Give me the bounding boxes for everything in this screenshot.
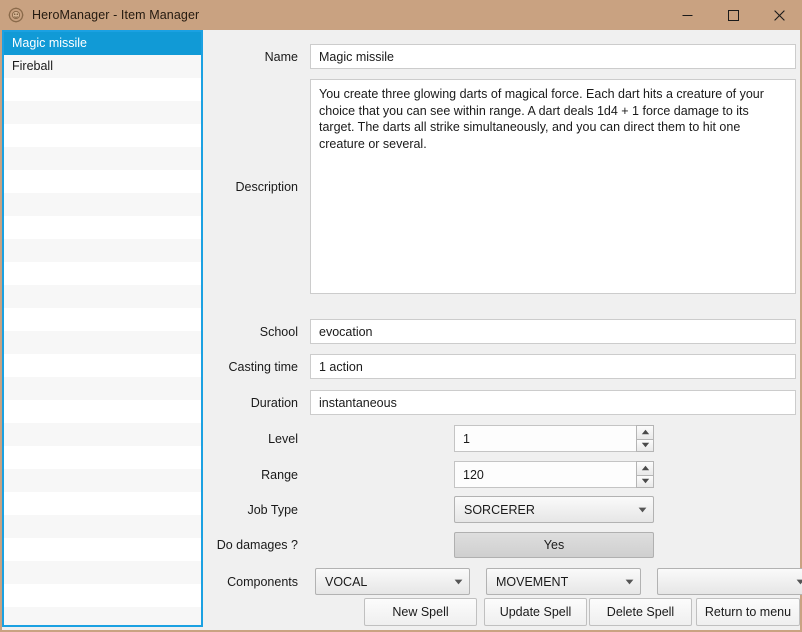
range-spinner[interactable] bbox=[454, 461, 654, 488]
components-row: Components VOCAL MOVEMENT bbox=[207, 568, 802, 595]
list-item-empty[interactable] bbox=[4, 124, 201, 147]
new-spell-button[interactable]: New Spell bbox=[364, 598, 477, 626]
chevron-down-icon bbox=[618, 579, 640, 585]
list-item-empty[interactable] bbox=[4, 331, 201, 354]
list-item-empty[interactable] bbox=[4, 262, 201, 285]
school-input[interactable] bbox=[310, 319, 796, 344]
spell-form: Name Description School Casting time Dur… bbox=[207, 30, 802, 627]
list-item-empty[interactable] bbox=[4, 377, 201, 400]
list-item-empty[interactable] bbox=[4, 423, 201, 446]
job-type-select[interactable]: SORCERER bbox=[454, 496, 654, 523]
spell-list-item-label: Magic missile bbox=[12, 36, 88, 50]
list-item-empty[interactable] bbox=[4, 308, 201, 331]
list-item-empty[interactable] bbox=[4, 538, 201, 561]
job-type-value: SORCERER bbox=[464, 502, 535, 517]
spinner-down-icon[interactable] bbox=[636, 474, 654, 488]
level-row: Level bbox=[207, 425, 654, 452]
spell-list-item-label: Fireball bbox=[12, 59, 53, 73]
components-label: Components bbox=[227, 574, 298, 589]
return-to-menu-label: Return to menu bbox=[704, 605, 792, 619]
job-type-row: Job Type SORCERER bbox=[207, 496, 654, 523]
spinner-up-icon[interactable] bbox=[636, 425, 654, 439]
update-spell-label: Update Spell bbox=[499, 605, 572, 619]
spell-list[interactable]: Magic missile Fireball bbox=[2, 30, 203, 627]
name-label: Name bbox=[264, 49, 298, 64]
description-row: Description bbox=[207, 79, 796, 294]
title-bar: HeroManager - Item Manager bbox=[0, 0, 802, 30]
list-item-empty[interactable] bbox=[4, 446, 201, 469]
list-item-empty[interactable] bbox=[4, 101, 201, 124]
chevron-down-icon bbox=[447, 579, 469, 585]
component-select-3[interactable] bbox=[657, 568, 802, 595]
window-controls bbox=[664, 0, 802, 30]
list-item-empty[interactable] bbox=[4, 170, 201, 193]
level-label: Level bbox=[268, 431, 298, 446]
list-item-empty[interactable] bbox=[4, 492, 201, 515]
level-spinner-buttons bbox=[636, 425, 654, 452]
new-spell-label: New Spell bbox=[392, 605, 449, 619]
range-input[interactable] bbox=[454, 461, 636, 488]
minimize-icon[interactable] bbox=[664, 0, 710, 30]
school-label: School bbox=[259, 324, 298, 339]
list-item-empty[interactable] bbox=[4, 285, 201, 308]
list-item-empty[interactable] bbox=[4, 216, 201, 239]
close-icon[interactable] bbox=[756, 0, 802, 30]
list-item-empty[interactable] bbox=[4, 147, 201, 170]
component-value-1: VOCAL bbox=[325, 574, 368, 589]
do-damages-row: Do damages ? Yes bbox=[207, 532, 654, 558]
range-label: Range bbox=[261, 467, 298, 482]
window-title: HeroManager - Item Manager bbox=[32, 8, 200, 22]
school-row: School bbox=[207, 319, 796, 344]
name-input[interactable] bbox=[310, 44, 796, 69]
delete-spell-label: Delete Spell bbox=[606, 605, 675, 619]
list-item-empty[interactable] bbox=[4, 561, 201, 584]
component-select-2[interactable]: MOVEMENT bbox=[486, 568, 641, 595]
component-value-2: MOVEMENT bbox=[496, 574, 569, 589]
list-item-empty[interactable] bbox=[4, 354, 201, 377]
description-textarea[interactable] bbox=[310, 79, 796, 294]
chevron-down-icon bbox=[789, 579, 802, 585]
list-item-empty[interactable] bbox=[4, 607, 201, 625]
duration-label: Duration bbox=[250, 395, 298, 410]
duration-row: Duration bbox=[207, 390, 796, 415]
casting-time-input[interactable] bbox=[310, 354, 796, 379]
list-item[interactable]: Fireball bbox=[4, 55, 201, 78]
list-item-empty[interactable] bbox=[4, 584, 201, 607]
maximize-icon[interactable] bbox=[710, 0, 756, 30]
duration-input[interactable] bbox=[310, 390, 796, 415]
job-type-label: Job Type bbox=[247, 502, 298, 517]
level-spinner[interactable] bbox=[454, 425, 654, 452]
list-item-empty[interactable] bbox=[4, 193, 201, 216]
name-row: Name bbox=[207, 44, 796, 69]
list-item-empty[interactable] bbox=[4, 239, 201, 262]
chevron-down-icon bbox=[631, 507, 653, 513]
list-item-empty[interactable] bbox=[4, 400, 201, 423]
do-damages-toggle[interactable]: Yes bbox=[454, 532, 654, 558]
client-area: Magic missile Fireball Name Magic missil… bbox=[2, 30, 802, 630]
do-damages-label: Do damages ? bbox=[216, 538, 298, 552]
description-label: Description bbox=[235, 180, 298, 194]
list-item[interactable]: Magic missile bbox=[4, 32, 201, 55]
casting-time-row: Casting time bbox=[207, 354, 796, 379]
hero-manager-window: HeroManager - Item Manager Magic missile… bbox=[0, 0, 802, 632]
component-select-1[interactable]: VOCAL bbox=[315, 568, 470, 595]
range-row: Range bbox=[207, 461, 654, 488]
delete-spell-button[interactable]: Delete Spell bbox=[589, 598, 692, 626]
list-item-empty[interactable] bbox=[4, 469, 201, 492]
list-item-empty[interactable] bbox=[4, 78, 201, 101]
return-to-menu-button[interactable]: Return to menu bbox=[696, 598, 800, 626]
do-damages-value: Yes bbox=[543, 538, 565, 552]
list-item-empty[interactable] bbox=[4, 515, 201, 538]
update-spell-button[interactable]: Update Spell bbox=[484, 598, 587, 626]
spinner-up-icon[interactable] bbox=[636, 461, 654, 475]
casting-time-label: Casting time bbox=[228, 359, 298, 374]
range-spinner-buttons bbox=[636, 461, 654, 488]
app-gear-icon bbox=[8, 7, 24, 23]
spinner-down-icon[interactable] bbox=[636, 438, 654, 452]
level-input[interactable] bbox=[454, 425, 636, 452]
